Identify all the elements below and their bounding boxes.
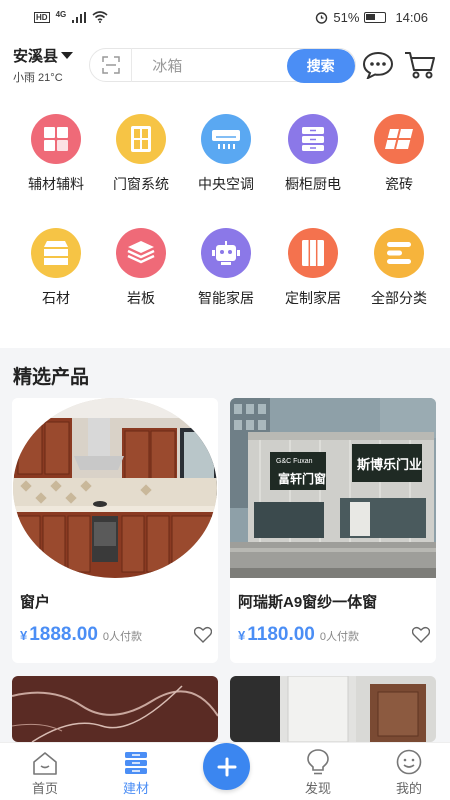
cabinet-icon bbox=[288, 114, 338, 164]
heart-icon[interactable] bbox=[194, 626, 212, 644]
search-button[interactable]: 搜索 bbox=[286, 49, 355, 83]
product-card[interactable] bbox=[230, 676, 436, 742]
category-item[interactable]: 辅材辅料 bbox=[11, 114, 101, 194]
paid-count: 0人付款 bbox=[102, 631, 143, 643]
paid-count: 0人付款 bbox=[319, 631, 359, 643]
smiley-face-icon bbox=[396, 749, 422, 775]
category-label: 门窗系统 bbox=[113, 176, 169, 192]
category-label: 定制家居 bbox=[285, 290, 341, 306]
status-bar: HD 4G 51% 14:06 bbox=[0, 0, 450, 34]
product-card[interactable] bbox=[12, 676, 218, 742]
network-type: 4G bbox=[55, 9, 67, 19]
slab-icon bbox=[116, 228, 166, 278]
store-sign-left: 富轩门窗 bbox=[278, 472, 327, 486]
marble-image bbox=[12, 676, 218, 742]
battery-percent: 51% bbox=[333, 9, 360, 25]
storefront-image bbox=[230, 398, 436, 578]
status-left: HD 4G bbox=[34, 9, 108, 23]
category-item[interactable]: 全部分类 bbox=[354, 228, 444, 308]
section-title: 精选产品 bbox=[13, 367, 90, 388]
tab-label: 建材 bbox=[122, 781, 149, 796]
shopping-cart-icon[interactable] bbox=[401, 45, 440, 85]
category-label: 中央空调 bbox=[198, 176, 254, 192]
product-name: 窗户 bbox=[20, 594, 51, 611]
wifi-icon bbox=[92, 11, 108, 23]
heart-icon[interactable] bbox=[412, 626, 430, 644]
door-image bbox=[230, 676, 436, 742]
window-icon bbox=[116, 114, 166, 164]
category-label: 岩板 bbox=[127, 290, 155, 306]
product-price: ¥ 1180.00 0人付款 bbox=[238, 624, 359, 646]
product-name: 阿瑞斯A9窗纱一体窗 bbox=[238, 594, 378, 611]
category-label: 石材 bbox=[42, 290, 70, 306]
store-sign-right: 斯博乐门业 bbox=[357, 457, 423, 472]
tab-label: 首页 bbox=[31, 781, 58, 796]
store-sign-left-small: G&C Fuxan bbox=[276, 458, 313, 465]
top-header: 安溪县 小雨 21°C 冰箱 搜索 bbox=[0, 34, 450, 96]
category-item[interactable]: 智能家居 bbox=[181, 228, 271, 308]
weather-text: 小雨 21°C bbox=[13, 72, 63, 84]
bottom-tab-bar: 首页 建材 发现 我的 bbox=[0, 742, 450, 800]
plus-icon bbox=[217, 757, 236, 776]
category-item[interactable]: 门窗系统 bbox=[96, 114, 186, 194]
category-label: 橱柜厨电 bbox=[285, 176, 341, 192]
tab-discover[interactable]: 发现 bbox=[283, 749, 353, 797]
product-card[interactable]: 窗户 ¥ 1888.00 0人付款 bbox=[12, 398, 218, 663]
currency-symbol: ¥ bbox=[20, 628, 28, 643]
city-name-row: 安溪县 bbox=[13, 45, 89, 66]
hd-badge: HD bbox=[34, 11, 50, 23]
product-price: ¥ 1888.00 0人付款 bbox=[20, 624, 142, 646]
category-label: 全部分类 bbox=[371, 290, 427, 306]
tab-label: 发现 bbox=[304, 781, 331, 796]
category-grid: 辅材辅料 门窗系统 中央空调 橱柜厨电 瓷砖 石材 岩板 智能家居 定制家居 全… bbox=[0, 96, 450, 348]
grid-icon bbox=[31, 114, 81, 164]
robot-icon bbox=[201, 228, 251, 278]
category-item[interactable]: 岩板 bbox=[96, 228, 186, 308]
scan-icon[interactable] bbox=[90, 48, 133, 82]
category-item[interactable]: 瓷砖 bbox=[354, 114, 444, 194]
category-label: 智能家居 bbox=[198, 290, 254, 306]
category-item[interactable]: 橱柜厨电 bbox=[268, 114, 358, 194]
currency-symbol: ¥ bbox=[238, 628, 246, 643]
message-icon[interactable] bbox=[359, 45, 398, 85]
category-item[interactable]: 定制家居 bbox=[268, 228, 358, 308]
lightbulb-icon bbox=[307, 749, 329, 775]
tile-icon bbox=[374, 114, 424, 164]
price-amount: 1180.00 bbox=[247, 624, 315, 645]
signal-icon bbox=[72, 11, 87, 23]
tab-building-materials[interactable]: 建材 bbox=[101, 749, 171, 797]
clock: 14:06 bbox=[395, 9, 428, 25]
home-icon bbox=[33, 752, 57, 775]
kitchen-image bbox=[12, 398, 218, 578]
alarm-icon bbox=[316, 11, 328, 24]
category-item[interactable]: 中央空调 bbox=[181, 114, 271, 194]
tab-label: 我的 bbox=[395, 781, 422, 796]
category-item[interactable]: 石材 bbox=[11, 228, 101, 308]
dropdown-arrow-icon bbox=[61, 52, 74, 59]
search-bar[interactable]: 冰箱 搜索 bbox=[89, 48, 356, 83]
list-icon bbox=[374, 228, 424, 278]
category-label: 辅材辅料 bbox=[28, 176, 84, 192]
tab-home[interactable]: 首页 bbox=[10, 749, 80, 797]
building-materials-icon bbox=[125, 752, 147, 774]
battery-fill bbox=[366, 13, 376, 20]
status-right: 51% 14:06 bbox=[315, 10, 428, 25]
wardrobe-icon bbox=[288, 228, 338, 278]
tab-mine[interactable]: 我的 bbox=[374, 749, 444, 797]
location-selector[interactable]: 安溪县 小雨 21°C bbox=[13, 45, 89, 85]
battery-icon bbox=[364, 11, 387, 23]
air-conditioner-icon bbox=[201, 114, 251, 164]
add-button[interactable] bbox=[203, 743, 250, 790]
price-amount: 1888.00 bbox=[29, 624, 98, 645]
stone-icon bbox=[31, 228, 81, 278]
category-label: 瓷砖 bbox=[385, 176, 413, 192]
product-card[interactable]: G&C Fuxan 富轩门窗 斯博乐门业 阿瑞斯A9窗纱一体窗 ¥ 1180.0… bbox=[230, 398, 436, 663]
city-name: 安溪县 bbox=[13, 48, 59, 65]
